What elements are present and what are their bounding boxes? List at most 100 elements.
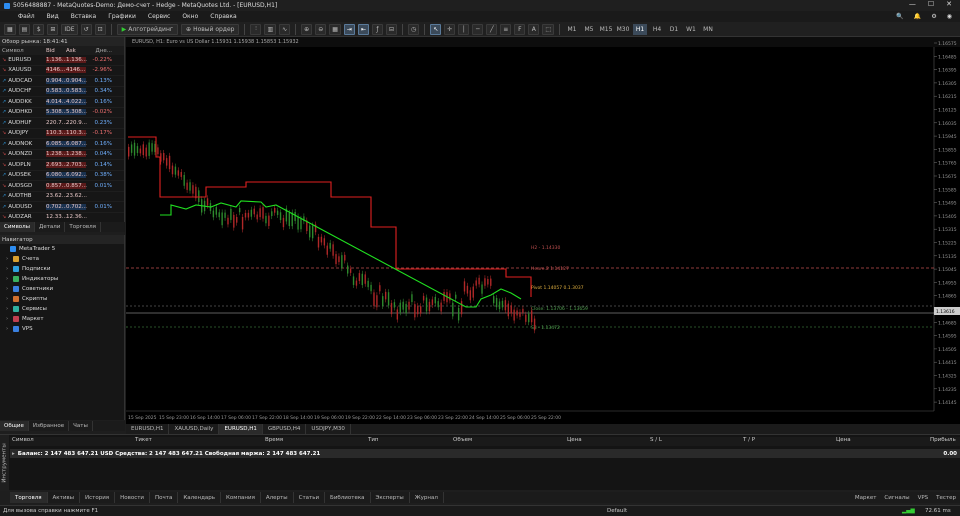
tf-m30[interactable]: M30: [616, 24, 630, 35]
toolbox-right-link[interactable]: Сигналы: [884, 495, 909, 501]
toolbox-tab[interactable]: Журнал: [410, 492, 444, 503]
toolbox-tab[interactable]: Библиотека: [325, 492, 371, 503]
market-watch-row[interactable]: ↗ AUDCAD 0.904... 0.904... 0.13%: [0, 76, 124, 87]
menu-charts[interactable]: Графики: [108, 13, 136, 20]
tf-d1[interactable]: D1: [667, 24, 681, 35]
market-watch-row[interactable]: ↘ AUDPLN 2.693... 2.703... 0.14%: [0, 160, 124, 171]
col-bid[interactable]: Bid: [46, 48, 66, 54]
expand-icon[interactable]: ›: [6, 296, 10, 302]
market-watch-row[interactable]: ↗ AUDUSD 0.702... 0.702... 0.01%: [0, 202, 124, 213]
col-type[interactable]: Тип: [368, 437, 379, 443]
profiles-button[interactable]: ▤: [18, 23, 31, 35]
col-price[interactable]: Цена: [567, 437, 582, 443]
tab-symbols[interactable]: Символы: [0, 222, 36, 232]
chart-candles-button[interactable]: ▥: [264, 23, 277, 35]
chart-window[interactable]: EURUSD, H1: Euro vs US Dollar 1.15931 1.…: [126, 37, 960, 424]
market-watch-row[interactable]: ↗ AUDTHB 23.62... 23.62...: [0, 192, 124, 202]
balance-row[interactable]: ▸ Баланс: 2 147 483 647.21 USD Средства:…: [10, 449, 960, 458]
navigator-item[interactable]: › Скрипты: [0, 294, 124, 304]
chart-tab[interactable]: EURUSD,H1: [126, 424, 170, 434]
indicators-button[interactable]: ƒ: [371, 23, 383, 35]
toolbox-tab[interactable]: Компания: [221, 492, 261, 503]
chart-tab[interactable]: GBPUSD,H4: [263, 424, 307, 434]
horizontal-line-button[interactable]: ─: [472, 23, 484, 35]
col-profit[interactable]: Прибыль: [930, 437, 956, 443]
toolbox-tab[interactable]: Статьи: [294, 492, 326, 503]
tab-trading[interactable]: Торговля: [65, 222, 101, 232]
expand-icon[interactable]: ›: [6, 256, 10, 262]
chart-tab[interactable]: EURUSD,H1: [219, 424, 263, 434]
toolbox-right-link[interactable]: Маркет: [855, 495, 877, 501]
navigator-item[interactable]: › Индикаторы: [0, 274, 124, 284]
expand-icon[interactable]: ›: [6, 316, 10, 322]
tf-h1[interactable]: H1: [633, 23, 647, 35]
maximize-button[interactable]: ☐: [928, 0, 934, 8]
expand-icon[interactable]: ›: [6, 266, 10, 272]
col-tp[interactable]: T / P: [743, 437, 755, 443]
account-icon[interactable]: ◉: [947, 13, 952, 20]
col-change[interactable]: Дне...: [86, 48, 114, 54]
clock-icon[interactable]: ◷: [407, 23, 420, 35]
market-watch-row[interactable]: ↗ AUDDKK 4.014... 4.022... 0.16%: [0, 97, 124, 108]
market-watch-row[interactable]: ↘ AUDNZD 1.238... 1.238... 0.04%: [0, 150, 124, 160]
tf-h4[interactable]: H4: [650, 24, 664, 35]
chart-shift-button[interactable]: ⇤: [357, 23, 369, 35]
ide-button[interactable]: IDE: [61, 23, 78, 35]
settings-icon[interactable]: ⚙: [931, 13, 936, 20]
toolbox-right-link[interactable]: VPS: [918, 495, 929, 501]
history-button[interactable]: ↺: [80, 23, 92, 35]
navigator-item[interactable]: › Советники: [0, 284, 124, 294]
tf-mn[interactable]: MN: [701, 24, 715, 35]
search-icon[interactable]: 🔍: [896, 13, 903, 20]
tf-m1[interactable]: M1: [565, 24, 579, 35]
toolbox-tab[interactable]: Активы: [48, 492, 80, 503]
data-window-button[interactable]: ⊞: [47, 23, 59, 35]
expand-icon[interactable]: ›: [6, 306, 10, 312]
toolbox-vertical-label[interactable]: Инструменты: [0, 435, 9, 491]
col-ticket[interactable]: Тикет: [135, 437, 152, 443]
col-time[interactable]: Время: [265, 437, 283, 443]
tab-chats[interactable]: Чаты: [69, 421, 93, 431]
market-watch-button[interactable]: $: [33, 23, 45, 35]
price-chart[interactable]: 1.16575 1.16485 1.16395 1.16305 1.16215 1.161…: [126, 37, 960, 424]
navigator-item[interactable]: › Подписки: [0, 264, 124, 274]
new-chart-button[interactable]: ▦: [4, 23, 16, 35]
grid-button[interactable]: ▦: [329, 23, 341, 35]
col-sl[interactable]: S / L: [650, 437, 662, 443]
expand-icon[interactable]: ›: [6, 326, 10, 332]
menu-view[interactable]: Вид: [47, 13, 59, 20]
menu-file[interactable]: Файл: [18, 13, 35, 20]
notifications-icon[interactable]: 🔔: [914, 13, 921, 20]
toolbox-tab[interactable]: Эксперты: [371, 492, 410, 503]
menu-window[interactable]: Окно: [182, 13, 198, 20]
shapes-button[interactable]: ⬚: [542, 23, 554, 35]
crosshair-button[interactable]: ✛: [444, 23, 456, 35]
market-watch-row[interactable]: ↗ AUDNOK 6.085... 6.087... 0.16%: [0, 139, 124, 150]
navigator-item[interactable]: › Сервисы: [0, 304, 124, 314]
channel-button[interactable]: ≡: [500, 23, 512, 35]
text-button[interactable]: A: [528, 23, 540, 35]
vertical-line-button[interactable]: │: [458, 23, 470, 35]
tf-m15[interactable]: M15: [599, 24, 613, 35]
col-symbol[interactable]: Символ: [12, 437, 34, 443]
tf-m5[interactable]: M5: [582, 24, 596, 35]
tab-common[interactable]: Общие: [0, 421, 29, 431]
col-ask[interactable]: Ask: [66, 48, 86, 54]
market-watch-row[interactable]: ↗ AUDCHF 0.583... 0.583... 0.34%: [0, 87, 124, 97]
toolbox-tab[interactable]: История: [80, 492, 116, 503]
market-watch-row[interactable]: ↗ AUDHKD 5.308... 5.308... -0.02%: [0, 108, 124, 118]
tab-favorites[interactable]: Избранное: [29, 421, 70, 431]
chart-tab[interactable]: XAUUSD,Daily: [169, 424, 220, 434]
navigator-item[interactable]: › VPS: [0, 324, 124, 334]
menu-tools[interactable]: Сервис: [148, 13, 170, 20]
toolbox-tab[interactable]: Новости: [115, 492, 151, 503]
toolbox-tab[interactable]: Почта: [150, 492, 179, 503]
chart-bars-button[interactable]: ⫶: [250, 23, 262, 35]
toolbox-tab[interactable]: Алерты: [261, 492, 294, 503]
close-button[interactable]: ✕: [946, 0, 952, 8]
col-symbol[interactable]: Символ: [0, 48, 46, 54]
menu-insert[interactable]: Вставка: [71, 13, 96, 20]
navigator-item[interactable]: MetaTrader 5: [0, 244, 124, 254]
menu-help[interactable]: Справка: [210, 13, 236, 20]
market-watch-row[interactable]: ↘ AUDJPY 110.3... 110.3... -0.17%: [0, 129, 124, 139]
